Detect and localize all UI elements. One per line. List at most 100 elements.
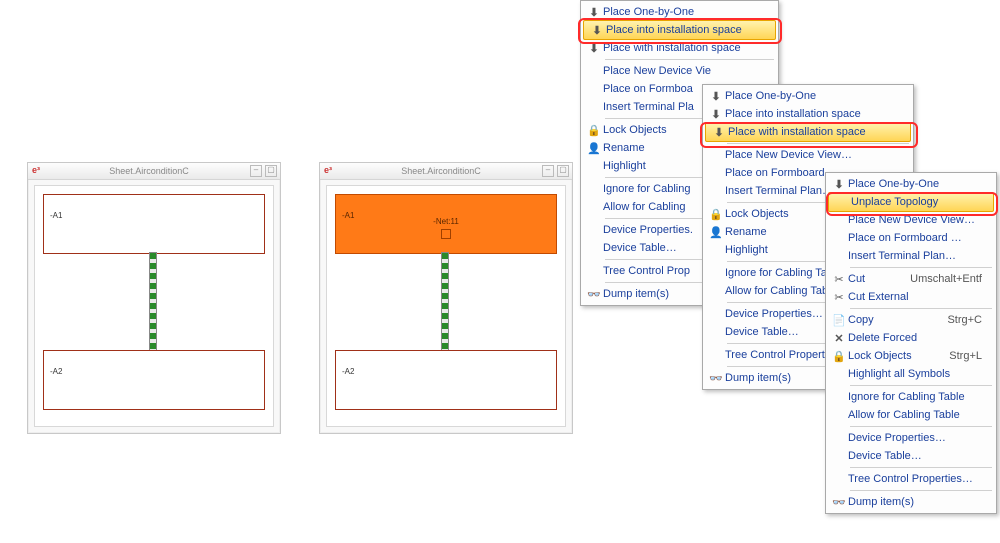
menu-separator xyxy=(850,426,992,427)
menu-label: Cut xyxy=(848,273,890,285)
menu-icon: 📄 xyxy=(830,314,848,327)
min-button[interactable]: – xyxy=(542,165,554,177)
menu-icon: 🔒 xyxy=(830,350,848,363)
menu-item[interactable]: ✂Cut External xyxy=(826,288,996,306)
menu-label: Insert Terminal Plan… xyxy=(848,250,982,262)
menu-label: Place New Device View… xyxy=(725,149,899,161)
titlebar: e³ Sheet.AirconditionC – ▢ xyxy=(28,163,280,180)
menu-item[interactable]: ⬇Place with installation space xyxy=(705,122,911,142)
menu-label: Device Table… xyxy=(848,450,982,462)
device-a2[interactable]: -A2 xyxy=(335,350,557,410)
menu-item[interactable]: ⬇Place One-by-One xyxy=(703,87,913,105)
menu-item[interactable]: Tree Control Properties… xyxy=(826,470,996,488)
device-a2[interactable]: -A2 xyxy=(43,350,265,410)
resize-handle[interactable] xyxy=(441,229,451,239)
menu-icon: ⬇ xyxy=(707,90,725,103)
device-label: -A2 xyxy=(342,367,354,376)
app-icon: e³ xyxy=(324,165,336,177)
sheet-canvas[interactable]: -A1 -A2 xyxy=(34,185,274,427)
menu-separator xyxy=(850,467,992,468)
menu-icon: ✕ xyxy=(830,332,848,345)
menu-item[interactable]: Highlight all Symbols xyxy=(826,365,996,383)
cable[interactable] xyxy=(441,252,449,352)
menu-item[interactable]: Ignore for Cabling Table xyxy=(826,388,996,406)
max-button[interactable]: ▢ xyxy=(557,165,569,177)
menu-separator xyxy=(727,143,909,144)
menu-item[interactable]: ⬇Place One-by-One xyxy=(581,3,778,21)
menu-icon: ✂ xyxy=(830,273,848,286)
menu-icon: ⬇ xyxy=(830,178,848,191)
menu-label: Place New Device Vie xyxy=(603,65,764,77)
sheet-window-left: e³ Sheet.AirconditionC – ▢ -A1 -A2 xyxy=(27,162,281,434)
menu-icon: 👓 xyxy=(585,288,603,301)
app-icon: e³ xyxy=(32,165,44,177)
menu-shortcut: Strg+C xyxy=(947,314,982,326)
menu-item[interactable]: Allow for Cabling Table xyxy=(826,406,996,424)
menu-item[interactable]: 📄Copy Strg+C xyxy=(826,311,996,329)
menu-item[interactable]: Device Table… xyxy=(826,447,996,465)
sheet-window-right: e³ Sheet.AirconditionC – ▢ -A1 -Net:11 -… xyxy=(319,162,573,434)
sheet-title: Sheet.AirconditionC xyxy=(340,166,542,176)
menu-label: Place One-by-One xyxy=(848,178,982,190)
menu-label: Lock Objects xyxy=(848,350,929,362)
menu-item[interactable]: Place New Device Vie xyxy=(581,62,778,80)
menu-label: Place New Device View… xyxy=(848,214,982,226)
menu-label: Allow for Cabling Table xyxy=(848,409,982,421)
menu-label: Device Properties… xyxy=(848,432,982,444)
menu-item[interactable]: Place New Device View… xyxy=(703,146,913,164)
menu-label: Place into installation space xyxy=(725,108,899,120)
menu-label: Ignore for Cabling Table xyxy=(848,391,982,403)
device-a1-selected[interactable]: -A1 -Net:11 xyxy=(335,194,557,254)
menu-separator xyxy=(850,490,992,491)
menu-icon: 🔒 xyxy=(585,124,603,137)
menu-label: Cut External xyxy=(848,291,982,303)
menu-icon: 👓 xyxy=(707,372,725,385)
titlebar: e³ Sheet.AirconditionC – ▢ xyxy=(320,163,572,180)
menu-label: Place into installation space xyxy=(606,24,761,36)
menu-label: Copy xyxy=(848,314,927,326)
menu-item[interactable]: ✕Delete Forced xyxy=(826,329,996,347)
menu-label: Unplace Topology xyxy=(851,196,979,208)
menu-icon: 🔒 xyxy=(707,208,725,221)
menu-separator xyxy=(850,267,992,268)
cable[interactable] xyxy=(149,252,157,352)
menu-icon: 👓 xyxy=(830,496,848,509)
menu-label: Place with installation space xyxy=(728,126,896,138)
menu-separator xyxy=(850,308,992,309)
menu-label: Dump item(s) xyxy=(848,496,982,508)
menu-shortcut: Strg+L xyxy=(949,350,982,362)
menu-icon: ⬇ xyxy=(585,6,603,19)
menu-item[interactable]: 🔒Lock Objects Strg+L xyxy=(826,347,996,365)
menu-item[interactable]: ⬇Place into installation space xyxy=(703,105,913,123)
device-label: -A1 xyxy=(50,211,62,220)
menu-item[interactable]: ✂Cut Umschalt+Entf xyxy=(826,270,996,288)
menu-icon: ⬇ xyxy=(710,126,728,139)
max-button[interactable]: ▢ xyxy=(265,165,277,177)
menu-item[interactable]: ⬇Place with installation space xyxy=(581,39,778,57)
menu-label: Highlight all Symbols xyxy=(848,368,982,380)
menu-separator xyxy=(850,385,992,386)
menu-item[interactable]: 👓Dump item(s) xyxy=(826,493,996,511)
context-menu-3: ⬇Place One-by-One Unplace Topology Place N… xyxy=(825,172,997,514)
menu-separator xyxy=(605,59,774,60)
min-button[interactable]: – xyxy=(250,165,262,177)
menu-label: Place on Formboard … xyxy=(848,232,982,244)
menu-shortcut: Umschalt+Entf xyxy=(910,273,982,285)
menu-item[interactable]: Insert Terminal Plan… xyxy=(826,247,996,265)
menu-item[interactable]: Unplace Topology xyxy=(828,192,994,212)
menu-item[interactable]: Place on Formboard … xyxy=(826,229,996,247)
menu-item[interactable]: Device Properties… xyxy=(826,429,996,447)
menu-label: Place with installation space xyxy=(603,42,764,54)
menu-item[interactable]: ⬇Place into installation space xyxy=(583,20,776,40)
menu-item[interactable]: ⬇Place One-by-One xyxy=(826,175,996,193)
sheet-canvas[interactable]: -A1 -Net:11 -A2 xyxy=(326,185,566,427)
menu-item[interactable]: Place New Device View… xyxy=(826,211,996,229)
menu-icon: ⬇ xyxy=(707,108,725,121)
menu-label: Place One-by-One xyxy=(725,90,899,102)
device-a1[interactable]: -A1 xyxy=(43,194,265,254)
menu-label: Delete Forced xyxy=(848,332,982,344)
menu-label: Place One-by-One xyxy=(603,6,764,18)
menu-icon: 👤 xyxy=(585,142,603,155)
menu-icon: ⬇ xyxy=(585,42,603,55)
menu-icon: ⬇ xyxy=(588,24,606,37)
